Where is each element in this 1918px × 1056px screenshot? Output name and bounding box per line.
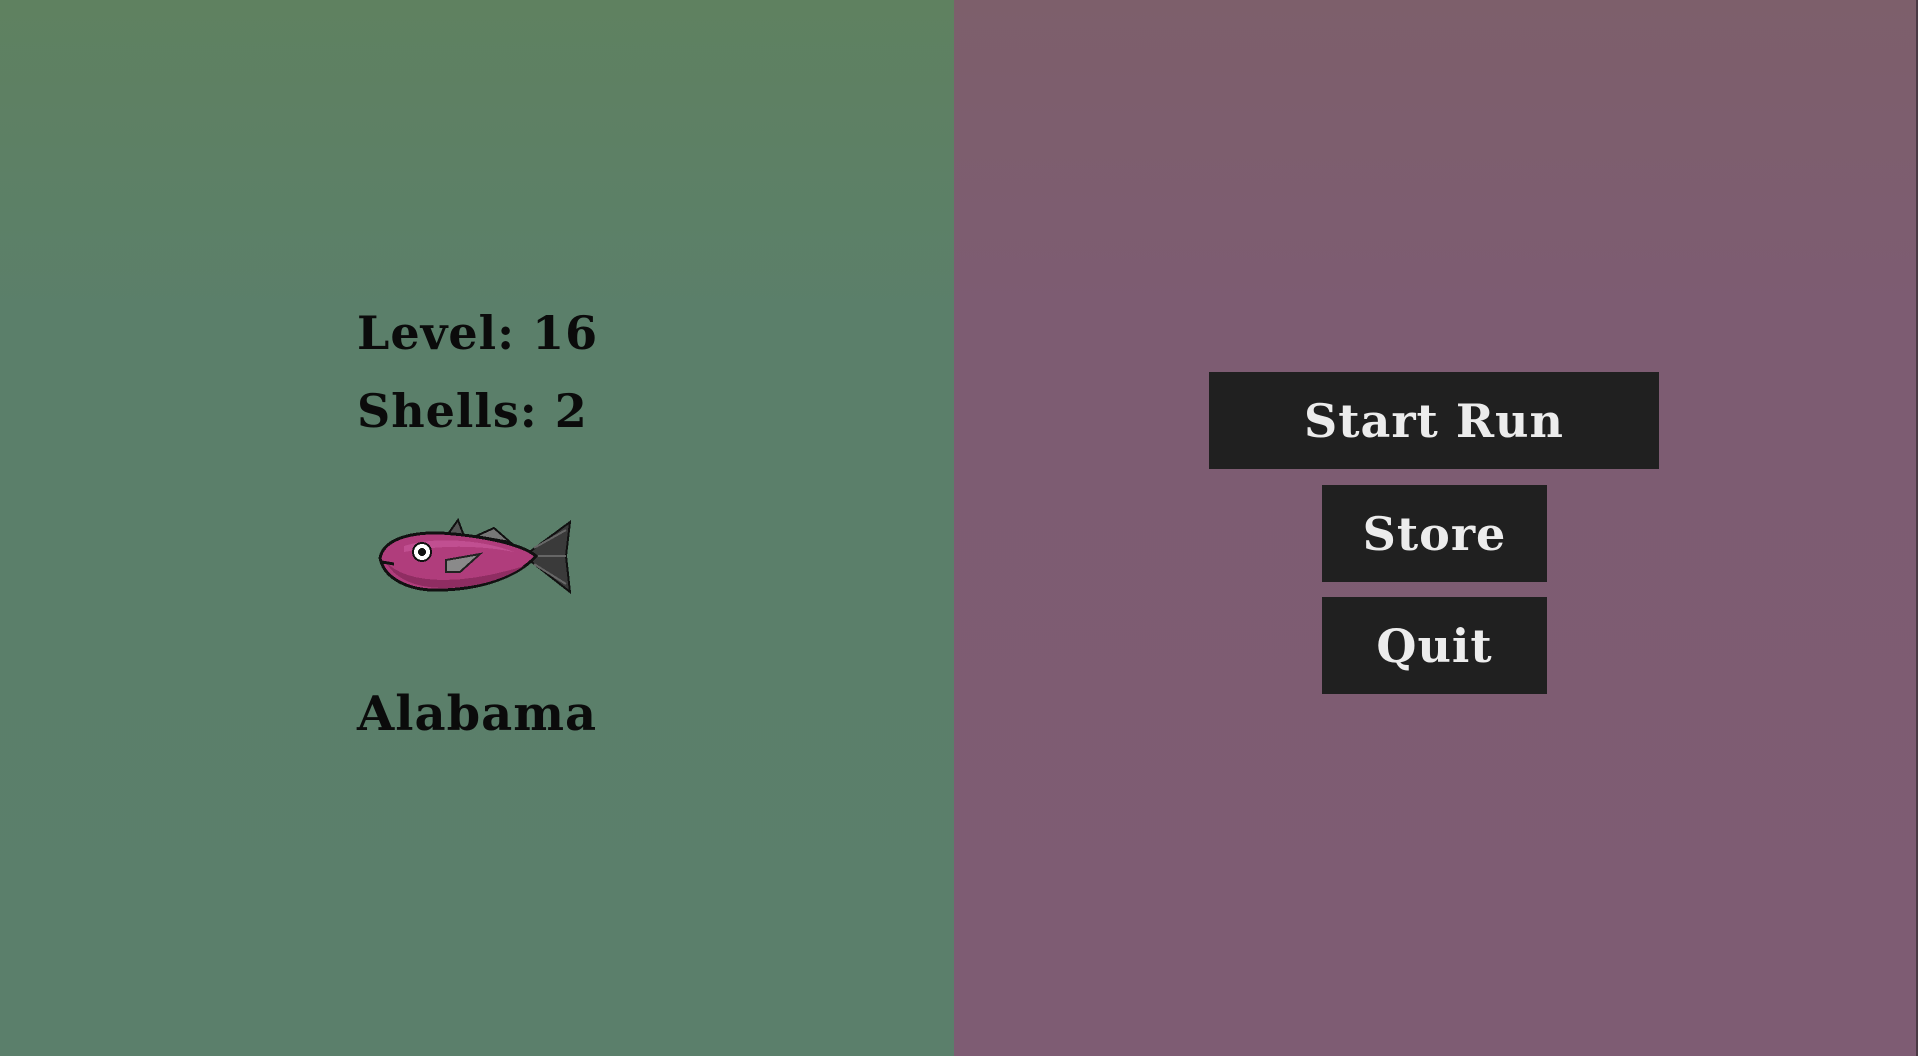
fish-icon [378,517,572,595]
store-button[interactable]: Store [1322,485,1547,582]
fish-name-label: Alabama [357,686,598,742]
shells-label: Shells: 2 [357,384,588,438]
level-label: Level: 16 [357,306,599,360]
quit-button[interactable]: Quit [1322,597,1547,694]
character-panel: Level: 16 Shells: 2 Alabama [0,0,954,1056]
start-run-button[interactable]: Start Run [1209,372,1659,469]
